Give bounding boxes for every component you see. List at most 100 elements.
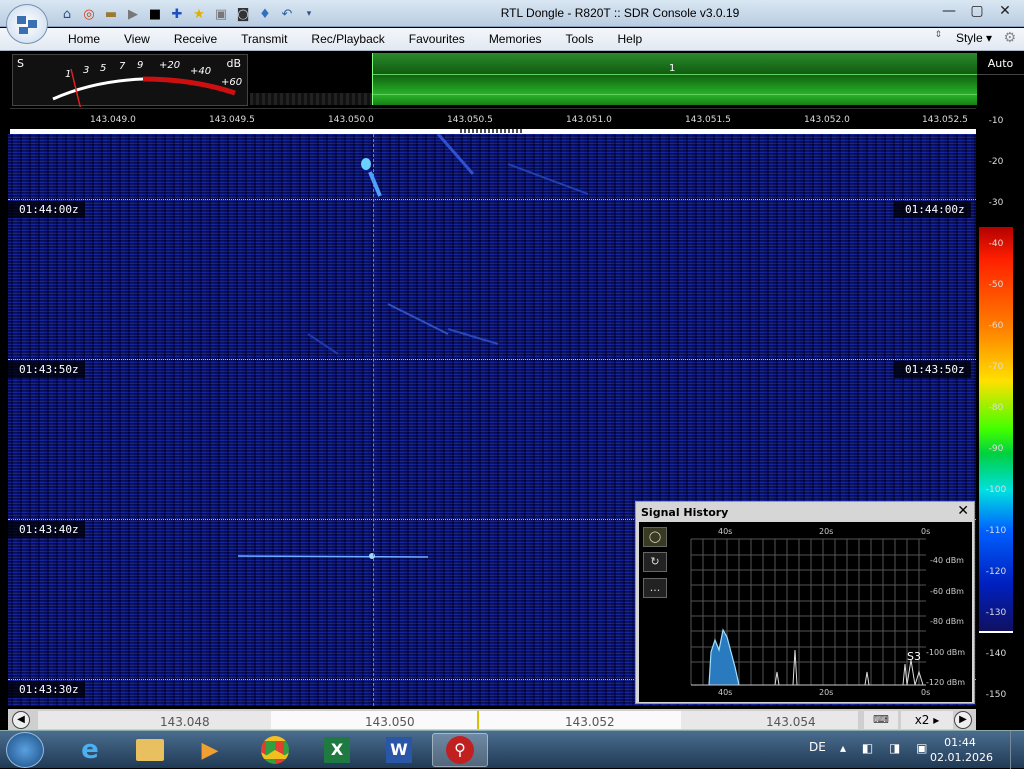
freq-label: 143.051.0 bbox=[566, 115, 612, 125]
band-overview[interactable]: 143.048 143.050 143.052 143.054 bbox=[38, 711, 858, 729]
menu-memories[interactable]: Memories bbox=[477, 32, 554, 46]
db-tick: -100 bbox=[985, 485, 1007, 495]
frequency-axis[interactable]: 143.049.0 143.049.5 143.050.0 143.050.5 … bbox=[10, 108, 976, 129]
system-tray-icons[interactable]: ▴ ◧ ◨ ▣ bbox=[840, 741, 933, 755]
s-meter-db-label: dB bbox=[226, 57, 241, 70]
menu-tools[interactable]: Tools bbox=[554, 32, 606, 46]
s-meter-tick: 7 bbox=[119, 61, 126, 72]
s-reading: S3 bbox=[907, 650, 921, 663]
droplet-icon[interactable]: ♦ bbox=[256, 6, 274, 23]
band-navigator: ◀ 143.048 143.050 143.052 143.054 ⌨ x2 ▸… bbox=[8, 709, 976, 731]
undo-icon[interactable]: ↶ bbox=[278, 6, 296, 23]
play-icon[interactable]: ▶ bbox=[124, 6, 142, 23]
minimize-icon[interactable]: — bbox=[936, 2, 962, 20]
s-meter-tick: 9 bbox=[137, 60, 144, 71]
auto-scale-button[interactable]: Auto bbox=[977, 53, 1024, 75]
maximize-icon[interactable]: ▢ bbox=[964, 2, 990, 20]
language-indicator[interactable]: DE bbox=[809, 740, 826, 754]
lifebuoy-icon[interactable]: ◎ bbox=[80, 6, 98, 23]
freq-label: 143.052.5 bbox=[922, 115, 968, 125]
sh-time-label: 20s bbox=[819, 688, 834, 697]
db-tick: -60 bbox=[988, 321, 1004, 331]
time-grid-line bbox=[8, 199, 976, 200]
zoom-label: x2 bbox=[914, 713, 930, 727]
timestamp-left: 01:43:40z bbox=[8, 521, 85, 538]
sh-time-label: 0s bbox=[921, 527, 931, 536]
sh-dbm-label: -40 dBm bbox=[930, 556, 964, 565]
signal-history-chart bbox=[690, 538, 926, 686]
db-tick: -70 bbox=[988, 362, 1004, 372]
menu-view[interactable]: View bbox=[112, 32, 162, 46]
star-icon[interactable]: ★ bbox=[190, 6, 208, 23]
gear-icon[interactable]: ⚙ bbox=[1003, 30, 1016, 46]
spectrum-bandwidth-filter[interactable]: 1 bbox=[372, 53, 977, 105]
splitter-grip[interactable] bbox=[460, 129, 522, 133]
freq-label: 143.049.0 bbox=[90, 115, 136, 125]
menu-rec-playback[interactable]: Rec/Playback bbox=[299, 32, 396, 46]
db-tick: -110 bbox=[985, 526, 1007, 536]
spectrum-noise-trace bbox=[250, 93, 372, 105]
freq-label: 143.052.0 bbox=[804, 115, 850, 125]
tuning-cursor-line[interactable] bbox=[373, 134, 374, 706]
file-explorer-icon[interactable] bbox=[122, 733, 178, 767]
dropdown-icon[interactable]: ▾ bbox=[300, 6, 318, 23]
band-freq-label: 143.050 bbox=[365, 715, 415, 729]
style-expand-icon[interactable]: ⇕ bbox=[934, 30, 942, 40]
visible-range-highlight[interactable] bbox=[271, 711, 681, 729]
menu-favourites[interactable]: Favourites bbox=[397, 32, 477, 46]
db-tick: -150 bbox=[985, 690, 1007, 700]
folder-icon[interactable]: ▬ bbox=[102, 6, 120, 23]
sh-time-label: 20s bbox=[819, 527, 834, 536]
band-freq-label: 143.048 bbox=[160, 715, 210, 729]
close-icon[interactable]: ✕ bbox=[957, 503, 969, 519]
chrome-icon[interactable] bbox=[247, 733, 303, 767]
lock-icon[interactable]: ▣ bbox=[212, 6, 230, 23]
timestamp-right: 01:44:00z bbox=[894, 201, 971, 218]
s-meter-tick: 1 bbox=[65, 69, 72, 80]
word-icon[interactable]: W bbox=[371, 733, 427, 767]
menu-transmit[interactable]: Transmit bbox=[229, 32, 299, 46]
band-freq-label: 143.052 bbox=[565, 715, 615, 729]
excel-icon[interactable]: X bbox=[309, 733, 365, 767]
spectrum-band-label: 1 bbox=[669, 63, 676, 74]
title-bar: ⌂ ◎ ▬ ▶ ■ ✚ ★ ▣ ◙ ♦ ↶ ▾ RTL Dongle - R82… bbox=[0, 0, 1024, 27]
sh-dbm-label: -60 dBm bbox=[930, 587, 964, 596]
db-tick: -120 bbox=[985, 567, 1007, 577]
app-menu-button[interactable] bbox=[6, 4, 48, 44]
scroll-right-icon[interactable]: ▶ bbox=[954, 711, 972, 729]
menu-help[interactable]: Help bbox=[606, 32, 655, 46]
sh-time-label: 40s bbox=[718, 527, 733, 536]
s-meter-tick: +20 bbox=[159, 60, 181, 71]
close-icon[interactable]: ✕ bbox=[992, 2, 1018, 20]
spectrum-display[interactable]: 1 bbox=[250, 53, 977, 108]
keyboard-icon[interactable]: ⌨ bbox=[864, 711, 898, 729]
home-icon[interactable]: ⌂ bbox=[58, 6, 76, 23]
start-button[interactable] bbox=[6, 732, 44, 768]
add-icon[interactable]: ✚ bbox=[168, 6, 186, 23]
noise-floor-marker[interactable] bbox=[979, 631, 1013, 633]
show-desktop-button[interactable] bbox=[1010, 731, 1024, 769]
style-menu[interactable]: Style ▾ bbox=[956, 31, 992, 45]
internet-explorer-icon[interactable]: e bbox=[62, 733, 118, 767]
clock-date: 02.01.2026 bbox=[930, 751, 993, 764]
sdr-console-icon[interactable]: ⚲ bbox=[432, 733, 488, 767]
sh-time-label: 0s bbox=[921, 688, 931, 697]
camera-icon[interactable]: ◙ bbox=[234, 6, 252, 23]
signal-history-title: Signal History bbox=[641, 506, 729, 519]
scroll-left-icon[interactable]: ◀ bbox=[12, 711, 30, 729]
signal-history-body: ◯ ↻ ... 40s 20s 0s 40s 20s 0s -40 dBm -6… bbox=[639, 522, 972, 702]
timestamp-left: 01:44:00z bbox=[8, 201, 85, 218]
menu-home[interactable]: Home bbox=[56, 32, 112, 46]
zoom-button[interactable]: x2 ▸ bbox=[901, 711, 953, 729]
style-label: Style bbox=[955, 31, 983, 45]
media-player-icon[interactable]: ▶ bbox=[182, 733, 238, 767]
s-meter-tick: +40 bbox=[190, 66, 212, 77]
window-title: RTL Dongle - R820T :: SDR Console v3.0.1… bbox=[500, 6, 740, 20]
timestamp-right: 01:43:50z bbox=[894, 361, 971, 378]
stop-icon[interactable]: ■ bbox=[146, 6, 164, 23]
sh-time-label: 40s bbox=[718, 688, 733, 697]
db-tick: -90 bbox=[988, 444, 1004, 454]
clock[interactable]: 01:44 02.01.2026 bbox=[930, 735, 993, 765]
clock-time: 01:44 bbox=[944, 736, 976, 749]
menu-receive[interactable]: Receive bbox=[162, 32, 229, 46]
